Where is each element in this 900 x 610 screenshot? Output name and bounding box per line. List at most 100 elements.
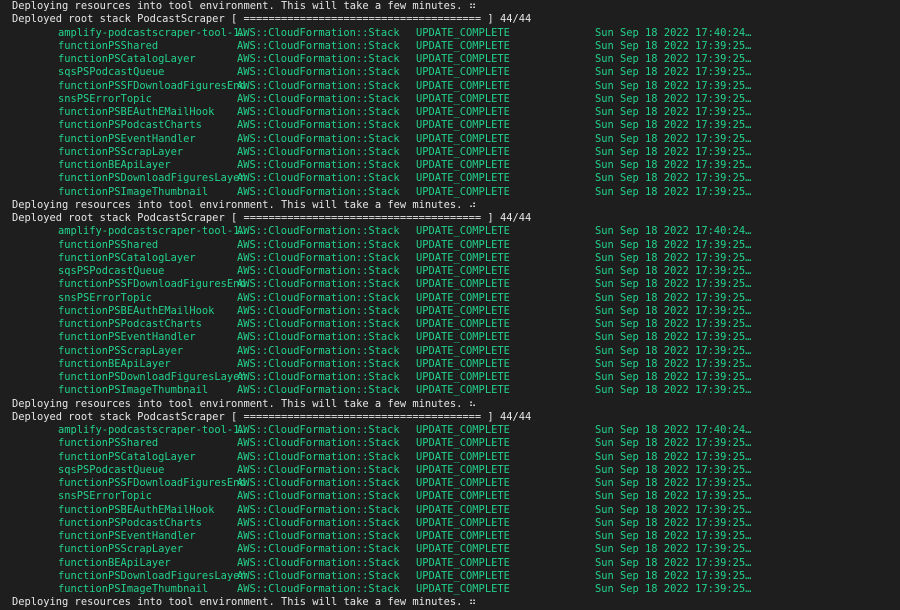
stack-timestamp: Sun Sep 18 2022 17:39:25… — [595, 66, 752, 79]
stack-type: AWS::CloudFormation::Stack — [237, 278, 400, 291]
stack-name: functionPSDownloadFiguresLayer — [58, 569, 246, 582]
stack-name: functionPSBEAuthEMailHook — [58, 304, 215, 317]
stack-row: functionPSImageThumbnail AWS::CloudFormat… — [0, 583, 900, 596]
stack-row: functionPSSFDownloadFiguresEnd AWS::Cloud… — [0, 278, 900, 291]
deploying-label: Deploying resources into tool environmen… — [12, 198, 463, 211]
stack-name: functionPSSFDownloadFiguresEnd — [58, 477, 246, 489]
stack-name: sqsPSPodcastQueue — [58, 66, 165, 79]
stack-row: functionPSEventHandler AWS::CloudFormatio… — [0, 331, 900, 344]
stack-row: functionPSCatalogLayer AWS::CloudFormatio… — [0, 252, 900, 265]
stack-type: AWS::CloudFormation::Stack — [237, 26, 400, 39]
stack-type: AWS::CloudFormation::Stack — [237, 79, 400, 92]
stack-timestamp: Sun Sep 18 2022 17:39:25… — [595, 490, 752, 503]
stack-name: functionPSSFDownloadFiguresEnd — [58, 79, 246, 92]
stack-name: functionPSImageThumbnail — [58, 384, 209, 397]
stack-row: functionPSPodcastCharts AWS::CloudFormati… — [0, 517, 900, 530]
stack-row: functionPSDownloadFiguresLayer AWS::Cloud… — [0, 172, 900, 185]
deployed-progress-text: Deployed root stack PodcastScraper [ ===… — [12, 410, 532, 423]
stack-status: UPDATE_COMPLETE — [416, 145, 510, 158]
stack-row: functionPSSFDownloadFiguresEnd AWS::Cloud… — [0, 80, 900, 93]
stack-row: functionBEApiLayer AWS::CloudFormation::S… — [0, 557, 900, 570]
stack-name: functionPSCatalogLayer — [58, 251, 196, 264]
stack-type: AWS::CloudFormation::Stack — [237, 503, 400, 516]
stack-status: UPDATE_COMPLETE — [416, 516, 510, 529]
stack-type: AWS::CloudFormation::Stack — [237, 251, 400, 264]
stack-status: UPDATE_COMPLETE — [416, 185, 510, 198]
stack-name: functionPSEventHandler — [58, 132, 196, 145]
stack-row: functionPSScrapLayer AWS::CloudFormation:… — [0, 543, 900, 556]
stack-row: snsPSErrorTopic AWS::CloudFormation::Stac… — [0, 93, 900, 106]
stack-status: UPDATE_COMPLETE — [416, 530, 510, 542]
stack-type: AWS::CloudFormation::Stack — [237, 318, 400, 330]
deploying-text: Deploying resources into tool environmen… — [12, 0, 476, 13]
stack-name: functionPSPodcastCharts — [58, 516, 202, 529]
stack-row: amplify-podcastscraper-tool-1… AWS::Cloud… — [0, 225, 900, 238]
stack-type: AWS::CloudFormation::Stack — [237, 371, 400, 383]
stack-name: functionPSCatalogLayer — [58, 53, 196, 65]
stack-status: UPDATE_COMPLETE — [416, 463, 510, 476]
stack-timestamp: Sun Sep 18 2022 17:39:25… — [595, 132, 752, 145]
stack-timestamp: Sun Sep 18 2022 17:39:25… — [595, 543, 752, 556]
stack-status: UPDATE_COMPLETE — [416, 450, 510, 463]
stack-status: UPDATE_COMPLETE — [416, 238, 510, 251]
stack-row: functionPSShared AWS::CloudFormation::Sta… — [0, 239, 900, 252]
stack-name: functionPSBEAuthEMailHook — [58, 503, 215, 516]
stack-type: AWS::CloudFormation::Stack — [237, 66, 400, 79]
stack-row: functionPSSFDownloadFiguresEnd AWS::Cloud… — [0, 477, 900, 490]
stack-name: functionPSScrapLayer — [58, 344, 184, 357]
stack-status: UPDATE_COMPLETE — [416, 159, 510, 171]
stack-name: amplify-podcastscraper-tool-1… — [58, 225, 246, 238]
stack-type: AWS::CloudFormation::Stack — [237, 39, 400, 52]
stack-type: AWS::CloudFormation::Stack — [237, 159, 400, 171]
stack-row: functionPSScrapLayer AWS::CloudFormation:… — [0, 146, 900, 159]
stack-timestamp: Sun Sep 18 2022 17:40:24… — [595, 225, 752, 238]
stack-name: functionPSScrapLayer — [58, 145, 184, 158]
stack-timestamp: Sun Sep 18 2022 17:39:25… — [595, 238, 752, 251]
stack-name: functionPSBEAuthEMailHook — [58, 106, 215, 118]
stack-type: AWS::CloudFormation::Stack — [237, 265, 400, 277]
stack-name: functionPSSFDownloadFiguresEnd — [58, 278, 246, 291]
spinner-icon: ⠦ — [468, 397, 477, 410]
stack-status: UPDATE_COMPLETE — [416, 106, 510, 118]
stack-row: functionPSBEAuthEMailHook AWS::CloudForma… — [0, 305, 900, 318]
stack-status: UPDATE_COMPLETE — [416, 66, 510, 79]
stack-name: functionPSImageThumbnail — [58, 185, 209, 198]
stack-type: AWS::CloudFormation::Stack — [237, 291, 400, 304]
stack-name: snsPSErrorTopic — [58, 291, 152, 304]
terminal-window[interactable]: Deploying resources into tool environmen… — [0, 0, 900, 610]
stack-name: functionPSDownloadFiguresLayer — [58, 172, 246, 185]
stack-name: snsPSErrorTopic — [58, 490, 152, 503]
stack-timestamp: Sun Sep 18 2022 17:39:25… — [595, 278, 752, 291]
deploying-label: Deploying resources into tool environmen… — [12, 596, 463, 609]
stack-timestamp: Sun Sep 18 2022 17:39:25… — [595, 79, 752, 92]
stack-timestamp: Sun Sep 18 2022 17:39:25… — [595, 516, 752, 529]
stack-row: sqsPSPodcastQueue AWS::CloudFormation::St… — [0, 265, 900, 278]
stack-row: functionPSShared AWS::CloudFormation::Sta… — [0, 40, 900, 53]
stack-type: AWS::CloudFormation::Stack — [237, 569, 400, 582]
stack-type: AWS::CloudFormation::Stack — [237, 543, 400, 556]
stack-status: UPDATE_COMPLETE — [416, 53, 510, 65]
stack-type: AWS::CloudFormation::Stack — [237, 490, 400, 503]
stack-name: functionPSImageThumbnail — [58, 583, 209, 595]
deploying-message: Deploying resources into tool environmen… — [0, 398, 900, 411]
stack-status: UPDATE_COMPLETE — [416, 503, 510, 516]
stack-status: UPDATE_COMPLETE — [416, 490, 510, 503]
stack-timestamp: Sun Sep 18 2022 17:39:25… — [595, 569, 752, 582]
stack-type: AWS::CloudFormation::Stack — [237, 583, 400, 595]
stack-status: UPDATE_COMPLETE — [416, 265, 510, 277]
stack-timestamp: Sun Sep 18 2022 17:39:25… — [595, 53, 752, 65]
stack-name: functionPSEventHandler — [58, 331, 196, 344]
deploying-text: Deploying resources into tool environmen… — [12, 199, 476, 212]
stack-row: snsPSErrorTopic AWS::CloudFormation::Stac… — [0, 292, 900, 305]
stack-name: functionBEApiLayer — [58, 357, 171, 370]
stack-name: functionPSDownloadFiguresLayer — [58, 371, 246, 383]
stack-row: functionPSShared AWS::CloudFormation::Sta… — [0, 437, 900, 450]
stack-timestamp: Sun Sep 18 2022 17:39:25… — [595, 344, 752, 357]
deployed-progress-line: Deployed root stack PodcastScraper [ ===… — [0, 411, 900, 424]
stack-type: AWS::CloudFormation::Stack — [237, 384, 400, 397]
stack-type: AWS::CloudFormation::Stack — [237, 530, 400, 542]
stack-status: UPDATE_COMPLETE — [416, 172, 510, 185]
stack-row: snsPSErrorTopic AWS::CloudFormation::Stac… — [0, 490, 900, 503]
stack-name: functionPSPodcastCharts — [58, 318, 202, 330]
stack-status: UPDATE_COMPLETE — [416, 543, 510, 556]
